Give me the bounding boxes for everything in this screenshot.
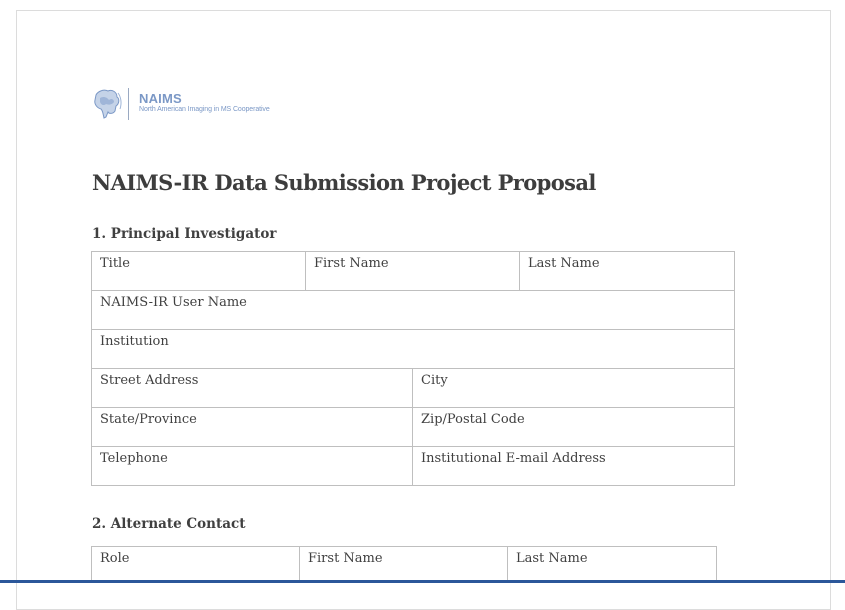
field-state-province[interactable]: State/Province [91, 407, 413, 447]
document-title: NAIMS-IR Data Submission Project Proposa… [92, 170, 596, 195]
principal-investigator-table: Title First Name Last Name NAIMS-IR User… [90, 251, 736, 486]
field-role[interactable]: Role [91, 546, 300, 581]
naims-logo: NAIMS North American Imaging in MS Coope… [92, 87, 312, 121]
field-alt-last-name[interactable]: Last Name [507, 546, 717, 581]
field-zip-postal-code[interactable]: Zip/Postal Code [411, 407, 736, 447]
table-row: Street Address City [91, 368, 736, 408]
table-row: Telephone Institutional E-mail Address [91, 446, 736, 486]
alternate-contact-table: Role First Name Last Name [91, 546, 717, 581]
field-institutional-email[interactable]: Institutional E-mail Address [411, 446, 736, 486]
naims-head-map-icon [94, 89, 122, 119]
logo-name: NAIMS [139, 91, 182, 106]
table-row: Institution [90, 329, 736, 369]
field-institution[interactable]: Institution [90, 329, 736, 369]
field-title[interactable]: Title [91, 251, 306, 291]
logo-divider [128, 88, 129, 120]
field-alt-first-name[interactable]: First Name [299, 546, 508, 581]
section-heading-alternate-contact: 2. Alternate Contact [92, 516, 246, 532]
table-row: State/Province Zip/Postal Code [91, 407, 736, 447]
field-first-name[interactable]: First Name [304, 251, 521, 291]
field-telephone[interactable]: Telephone [91, 446, 413, 486]
table-row: Role First Name Last Name [91, 546, 717, 581]
table-row: Title First Name Last Name [91, 251, 736, 291]
section-heading-principal-investigator: 1. Principal Investigator [92, 226, 277, 242]
logo-tagline: North American Imaging in MS Cooperative [139, 106, 270, 113]
field-street-address[interactable]: Street Address [91, 368, 413, 408]
field-city[interactable]: City [411, 368, 736, 408]
field-last-name[interactable]: Last Name [519, 251, 736, 291]
table-row: NAIMS-IR User Name [90, 290, 736, 330]
field-user-name[interactable]: NAIMS-IR User Name [90, 290, 736, 330]
